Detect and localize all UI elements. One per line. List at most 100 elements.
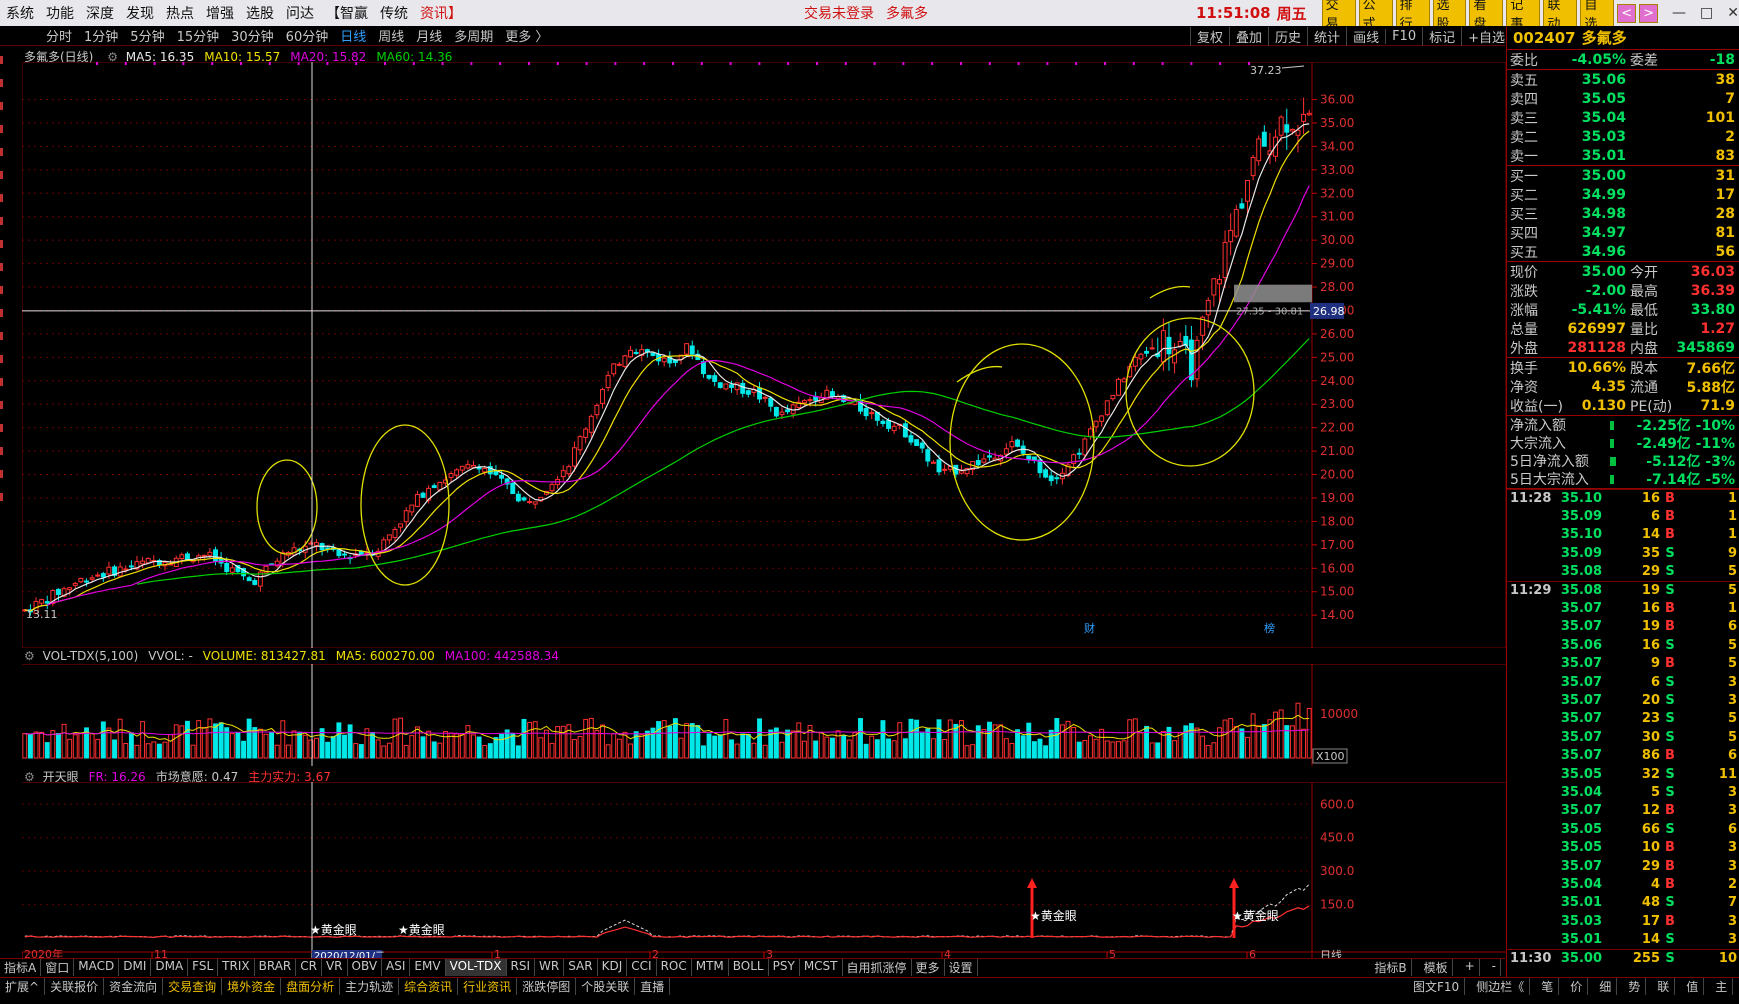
indicator-tab[interactable]: KDJ — [598, 959, 628, 976]
tick-row[interactable]: 35.07 86 B 6 — [1507, 746, 1739, 764]
candlestick-chart[interactable]: 36.00 35.00 34.00 33.00 32.00 31.00 30.00 29.00… — [22, 62, 1506, 648]
indicator-tab[interactable]: RSI — [507, 959, 536, 976]
maximize-icon[interactable]: □ — [1700, 5, 1713, 21]
bottom-tab[interactable]: 交易查询 — [163, 978, 223, 995]
tick-row[interactable]: 35.08 29 S 5 — [1507, 563, 1739, 581]
tick-row[interactable]: 35.07 23 S 5 — [1507, 710, 1739, 728]
bottom-tab[interactable]: 涨跌停图 — [517, 978, 577, 995]
chart-tool-button[interactable]: 历史 — [1268, 26, 1307, 46]
indicator-tab[interactable]: DMA — [151, 959, 189, 976]
bottom-tab[interactable]: 关联报价 — [45, 978, 105, 995]
indicator-tab[interactable]: MTM — [692, 959, 729, 976]
menu-item[interactable]: 增强 — [200, 3, 240, 23]
indicator-tab[interactable]: FSL — [188, 959, 219, 976]
indicator-tab[interactable]: 设置 — [945, 959, 978, 976]
menu-item[interactable]: 【智赢 — [320, 3, 374, 23]
indicator-tab[interactable]: BOLL — [729, 959, 769, 976]
tick-row[interactable]: 11:30 35.00 255 S 10 — [1507, 948, 1739, 967]
menu-item[interactable]: 传统 — [374, 3, 414, 23]
period-tab[interactable]: 1分钟 — [78, 26, 124, 45]
tick-row[interactable]: 35.07 29 B 3 — [1507, 857, 1739, 875]
period-tab[interactable]: 日线 — [334, 26, 372, 45]
bottom-right-tab[interactable]: 势 — [1623, 978, 1647, 995]
bottom-right-tab[interactable]: 图文F10 — [1408, 978, 1466, 995]
indicator-tab[interactable]: 更多 — [912, 959, 945, 976]
indicator-tab[interactable]: VR — [322, 959, 348, 976]
bottom-tab[interactable]: 境外资金 — [222, 978, 282, 995]
bottom-right-tab[interactable]: 侧边栏《 — [1471, 978, 1531, 995]
period-tab[interactable]: 30分钟 — [225, 26, 280, 45]
tick-row[interactable]: 35.10 14 B 1 — [1507, 526, 1739, 544]
indicator-tab[interactable]: ROC — [657, 959, 692, 976]
bottom-tab[interactable]: 主力轨迹 — [340, 978, 400, 995]
chart-tool-button[interactable]: 统计 — [1307, 26, 1346, 46]
tick-row[interactable]: 35.07 12 B 3 — [1507, 802, 1739, 820]
period-tab[interactable]: 周线 — [372, 26, 410, 45]
bottom-right-tab[interactable]: 细 — [1594, 978, 1618, 995]
indicator-tab[interactable]: 指标A — [0, 959, 42, 976]
period-tab[interactable]: 15分钟 — [171, 26, 226, 45]
bottom-right-tab[interactable]: 值 — [1681, 978, 1705, 995]
period-tab[interactable]: 更多 〉 — [499, 26, 554, 45]
menu-item[interactable]: 系统 — [0, 3, 40, 23]
tick-row[interactable]: 35.07 6 S 3 — [1507, 673, 1739, 691]
chart-tool-button[interactable]: 画线 — [1346, 26, 1385, 46]
tick-list[interactable]: 11:28 35.10 16 B 1 35.09 6 B 1 35.10 14 B 1 35.09 35 S 9… — [1507, 489, 1739, 967]
tick-row[interactable]: 35.05 10 B 3 — [1507, 838, 1739, 856]
indicator-tab[interactable]: SAR — [564, 959, 598, 976]
tick-row[interactable]: 35.07 20 S 3 — [1507, 691, 1739, 709]
menu-item[interactable]: 选股 — [240, 3, 280, 23]
indicator-tab[interactable]: PSY — [769, 959, 800, 976]
menu-item[interactable]: 问达 — [280, 3, 320, 23]
period-tab[interactable]: 月线 — [410, 26, 448, 45]
bottom-right-tab[interactable]: 联 — [1652, 978, 1676, 995]
chart-tool-button[interactable]: F10 — [1385, 28, 1422, 44]
indicator-tab[interactable]: EMV — [410, 959, 446, 976]
chart-tool-button[interactable]: 标记 — [1422, 26, 1461, 46]
menu-item[interactable]: 发现 — [120, 3, 160, 23]
volume-chart[interactable]: 10000 X100 — [22, 664, 1506, 766]
bottom-right-tab[interactable]: 笔 — [1536, 978, 1560, 995]
period-tab[interactable]: 5分钟 — [124, 26, 170, 45]
period-tab[interactable]: 分时 — [40, 26, 78, 45]
indicator-tab-right[interactable]: 模板 — [1420, 959, 1453, 976]
indicator-tab[interactable]: BRAR — [255, 959, 297, 976]
minimize-icon[interactable]: — — [1672, 5, 1686, 21]
tick-row[interactable]: 35.09 6 B 1 — [1507, 507, 1739, 525]
bottom-tab[interactable]: 直播 — [635, 978, 671, 995]
tick-row[interactable]: 35.05 32 S 11 — [1507, 765, 1739, 783]
bottom-tab[interactable]: 行业资讯 — [458, 978, 518, 995]
chart-tool-button[interactable]: 叠加 — [1229, 26, 1268, 46]
chart-tool-button[interactable]: +自选 — [1461, 26, 1511, 46]
tick-row[interactable]: 35.06 16 S 5 — [1507, 636, 1739, 654]
bottom-right-tab[interactable]: 价 — [1565, 978, 1589, 995]
nav-forward-button[interactable]: > — [1639, 3, 1659, 23]
settings-icon[interactable]: ⚙ — [24, 649, 35, 663]
indicator-chart[interactable]: 600.0 450.0 300.0 150.0 ★黄金眼 ★黄金眼 ★黄金眼 ★黄金眼 2020… — [22, 782, 1506, 958]
close-icon[interactable]: ✕ — [1727, 5, 1739, 21]
bottom-tab[interactable]: 资金流向 — [104, 978, 164, 995]
tick-row[interactable]: 35.04 5 S 3 — [1507, 783, 1739, 801]
menu-item[interactable]: 功能 — [40, 3, 80, 23]
period-tab[interactable]: 多周期 — [448, 26, 499, 45]
bottom-right-tab[interactable]: 主 — [1710, 978, 1734, 995]
period-tab[interactable]: 60分钟 — [280, 26, 335, 45]
bottom-tab[interactable]: 综合资讯 — [399, 978, 459, 995]
indicator-tab[interactable]: CCI — [627, 959, 657, 976]
indicator-tab-right[interactable]: - — [1488, 959, 1501, 976]
menu-item[interactable]: 资讯】 — [414, 3, 468, 23]
indicator-tab[interactable]: TRIX — [218, 959, 255, 976]
tick-row[interactable]: 35.05 66 S 6 — [1507, 820, 1739, 838]
nav-back-button[interactable]: < — [1617, 3, 1637, 23]
chart-tool-button[interactable]: 复权 — [1190, 26, 1229, 46]
tick-row[interactable]: 35.01 14 S 3 — [1507, 930, 1739, 948]
menu-item[interactable]: 深度 — [80, 3, 120, 23]
indicator-tab[interactable]: OBV — [348, 959, 383, 976]
bottom-tab[interactable]: 盘面分析 — [281, 978, 341, 995]
indicator-tab[interactable]: VOL-TDX — [445, 959, 507, 976]
indicator-tab[interactable]: 自用抓涨停 — [843, 959, 912, 976]
tick-row[interactable]: 35.01 48 S 7 — [1507, 894, 1739, 912]
tick-row[interactable]: 35.07 9 B 5 — [1507, 655, 1739, 673]
tick-row[interactable]: 35.09 35 S 9 — [1507, 544, 1739, 562]
menu-item[interactable]: 热点 — [160, 3, 200, 23]
